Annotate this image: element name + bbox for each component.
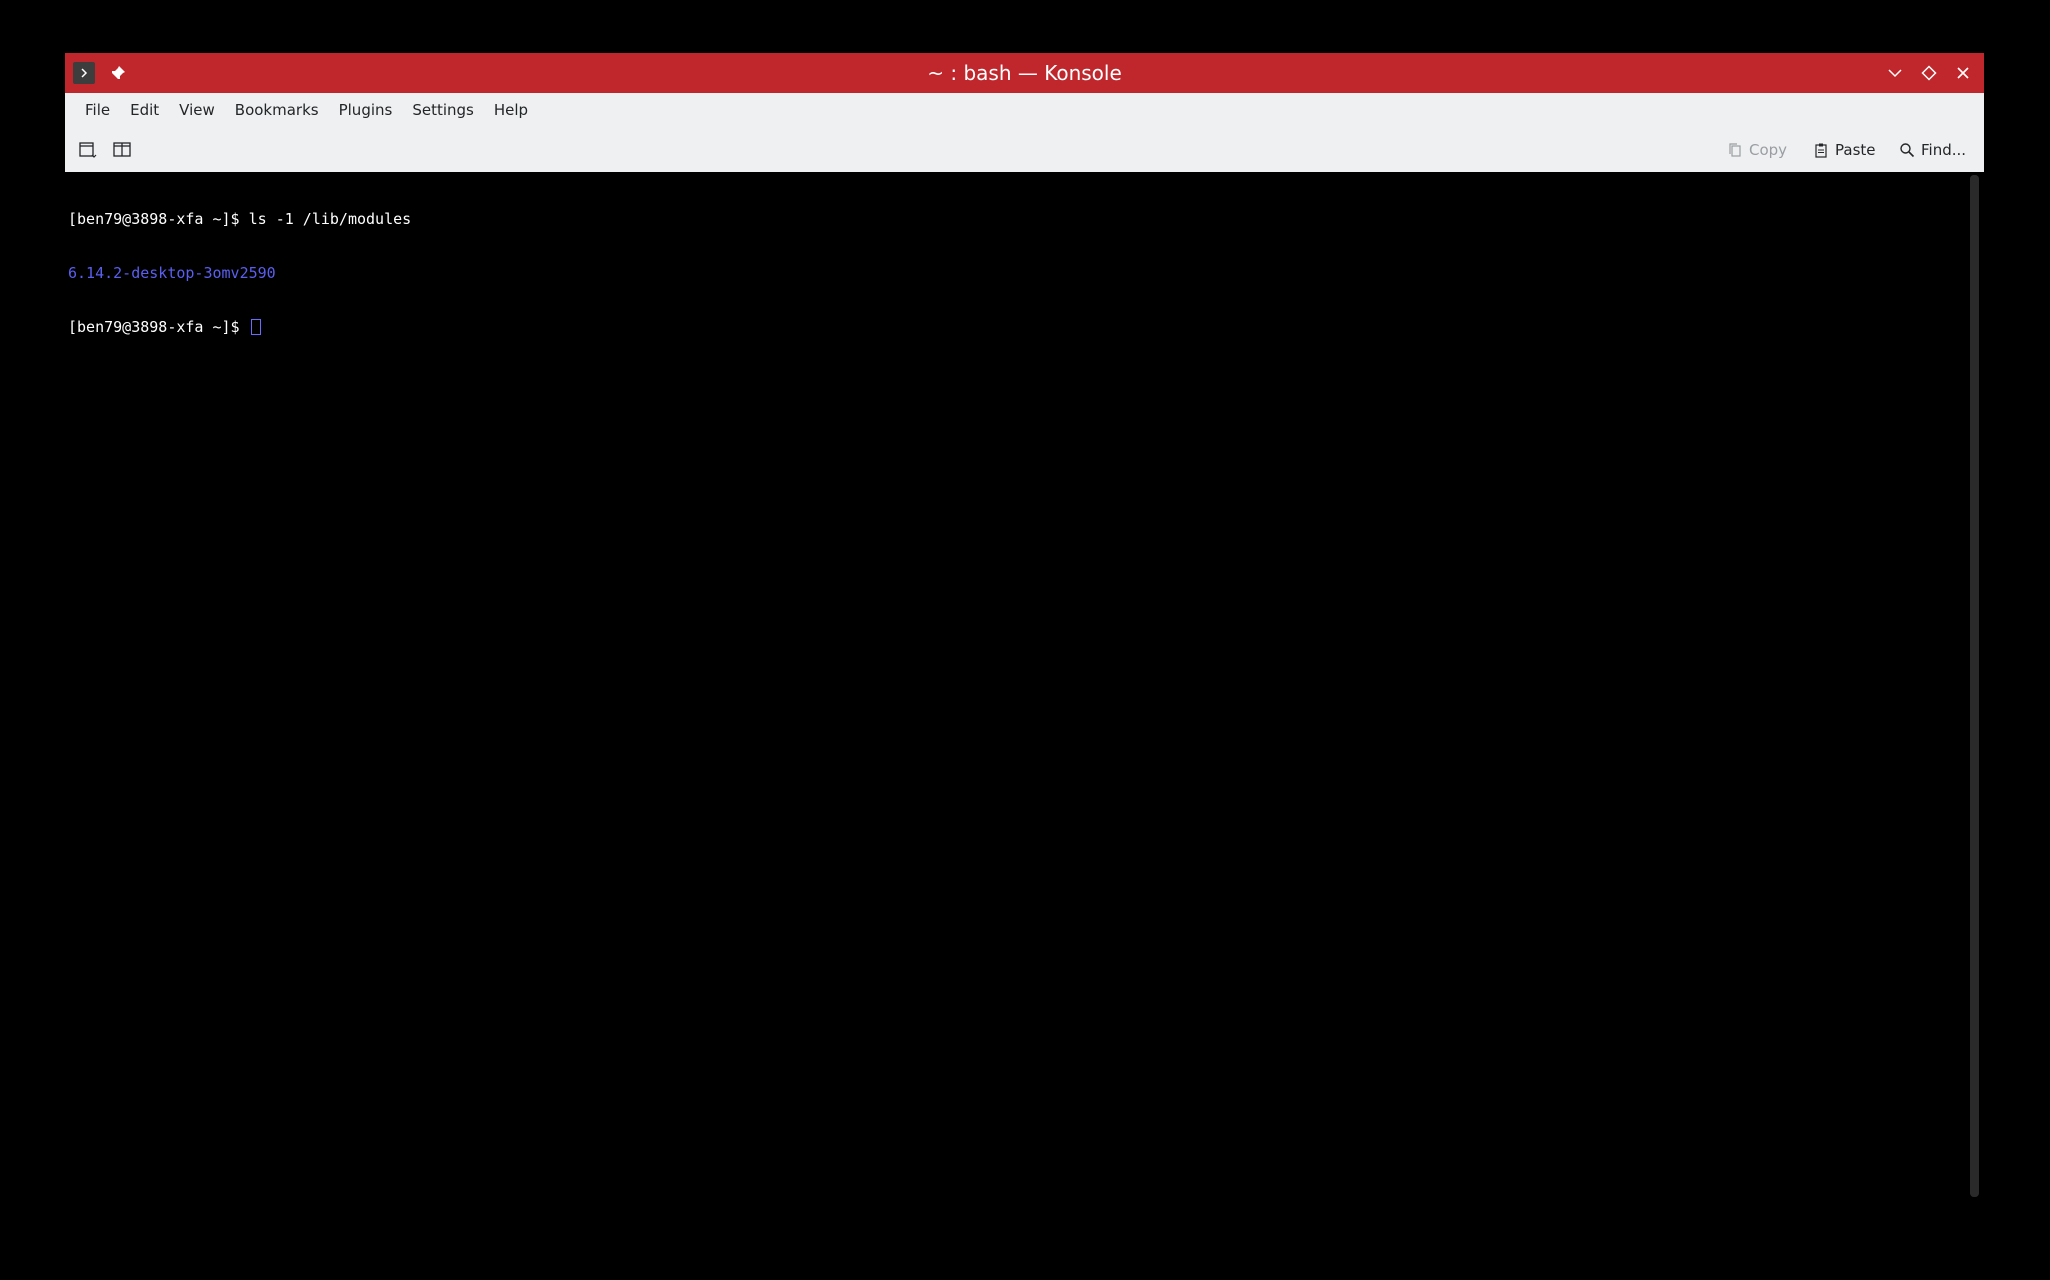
menu-file[interactable]: File	[75, 93, 120, 127]
terminal-scrollbar[interactable]	[1970, 175, 1979, 1197]
terminal-prompt: [ben79@3898-xfa ~]$	[68, 318, 249, 336]
terminal-view[interactable]: [ben79@3898-xfa ~]$ ls -1 /lib/modules 6…	[65, 172, 1984, 1200]
text-cursor	[250, 319, 261, 335]
menu-help[interactable]: Help	[484, 93, 538, 127]
menu-bookmarks[interactable]: Bookmarks	[225, 93, 329, 127]
menu-settings[interactable]: Settings	[402, 93, 484, 127]
copy-button[interactable]: Copy	[1727, 127, 1787, 172]
find-label: Find...	[1921, 140, 1967, 159]
copy-label: Copy	[1749, 140, 1788, 159]
paste-icon	[1815, 143, 1827, 158]
terminal-line-directory: 6.14.2-desktop-3omv2590	[68, 264, 276, 282]
toolbar: Copy Paste Find...	[65, 127, 1984, 172]
menu-bar: File Edit View Bookmarks Plugins Setting…	[65, 93, 1984, 127]
copy-icon	[1729, 142, 1741, 157]
find-button[interactable]: Find...	[1899, 127, 1966, 172]
close-icon[interactable]	[1952, 62, 1974, 84]
terminal-line: [ben79@3898-xfa ~]$ ls -1 /lib/modules	[68, 210, 412, 228]
maximize-icon[interactable]	[1918, 62, 1940, 84]
minimize-icon[interactable]	[1884, 62, 1906, 84]
menu-plugins[interactable]: Plugins	[329, 93, 403, 127]
window-title: ~ : bash — Konsole	[927, 61, 1122, 85]
search-icon	[1900, 142, 1915, 157]
menu-edit[interactable]: Edit	[120, 93, 169, 127]
konsole-window: ~ : bash — Konsole File Edit View Bookma…	[65, 53, 1984, 1200]
paste-button[interactable]: Paste	[1813, 127, 1876, 172]
split-view-icon[interactable]	[111, 139, 133, 161]
paste-label: Paste	[1835, 140, 1876, 159]
menu-view[interactable]: View	[169, 93, 225, 127]
terminal-prompt-line: [ben79@3898-xfa ~]$	[68, 318, 411, 336]
terminal-output: [ben79@3898-xfa ~]$ ls -1 /lib/modules 6…	[68, 174, 411, 372]
title-bar[interactable]: ~ : bash — Konsole	[65, 53, 1984, 93]
scrollbar-thumb[interactable]	[1970, 175, 1979, 1197]
new-tab-icon[interactable]	[77, 139, 99, 161]
